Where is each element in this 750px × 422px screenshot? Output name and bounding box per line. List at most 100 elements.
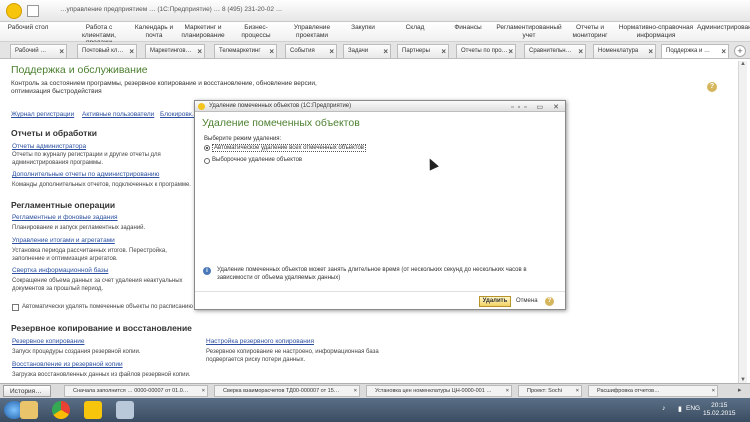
admin-reports-link[interactable]: Отчеты администратора xyxy=(12,143,86,150)
tab-label: Сравнительн… xyxy=(529,48,572,54)
close-icon[interactable]: × xyxy=(329,45,334,58)
main-menu-icon[interactable] xyxy=(27,5,39,17)
info-icon: i xyxy=(203,267,211,275)
section-item[interactable]: Рабочий стол xyxy=(4,24,52,41)
windows-taskbar: ♪ ▮ ENG 20:15 15.02.2015 xyxy=(0,398,750,422)
restore-link[interactable]: Восстановление из резервной копии xyxy=(12,361,123,368)
backup-link[interactable]: Резервное копирование xyxy=(12,338,84,345)
tab[interactable]: Номенклатура × xyxy=(593,44,656,58)
notification-item[interactable]: Расшифровка отчетов… × xyxy=(588,385,718,397)
event-log-link[interactable]: Журнал регистрации xyxy=(11,111,74,118)
auto-delete-checkbox[interactable] xyxy=(12,304,19,311)
app-logo-icon[interactable] xyxy=(6,3,22,19)
notification-text: Сначала заполнится … 0000-00007 от 01.0… xyxy=(73,388,189,394)
cancel-button[interactable]: Отмена xyxy=(516,298,538,304)
file-explorer-icon[interactable] xyxy=(20,401,38,419)
additional-reports-link[interactable]: Дополнительные отчеты по администрирован… xyxy=(12,171,159,178)
close-icon[interactable]: × xyxy=(441,45,446,58)
network-icon[interactable]: ▮ xyxy=(678,405,682,413)
close-icon[interactable]: × xyxy=(506,386,509,396)
close-icon[interactable]: × xyxy=(383,45,388,58)
tab[interactable]: Сравнительн… × xyxy=(524,44,586,58)
totals-aggregates-link[interactable]: Управление итогами и агрегатами xyxy=(12,237,115,244)
close-icon[interactable]: × xyxy=(354,386,357,396)
chrome-icon[interactable] xyxy=(52,401,70,419)
help-icon[interactable]: ? xyxy=(545,297,554,306)
tab[interactable]: Маркетингов… × xyxy=(145,44,205,58)
section-item[interactable]: Склад xyxy=(395,24,435,41)
section-item[interactable]: Администрирование xyxy=(697,24,750,41)
section-item[interactable]: Нормативно-справочная информация xyxy=(618,24,694,41)
section-item[interactable]: Закупки xyxy=(345,24,381,41)
app-titlebar: …управление предприятием … (1С:Предприят… xyxy=(0,0,750,22)
close-icon[interactable]: × xyxy=(712,386,715,396)
tab[interactable]: Отчеты по про… × xyxy=(456,44,516,58)
history-button[interactable]: История… xyxy=(3,385,51,397)
section-item[interactable]: Бизнес-процессы xyxy=(230,24,282,41)
additional-reports-text: Команды дополнительных отчетов, подключе… xyxy=(12,182,191,188)
close-icon[interactable]: × xyxy=(578,45,583,58)
open-windows-tabbar: Рабочий … × Почтовый кл… × Маркетингов… × Т… xyxy=(0,42,750,59)
locks-link[interactable]: Блокировк… xyxy=(160,111,198,118)
ib-collapse-text: Сокращение объема данных за счет удалени… xyxy=(12,278,183,292)
section-item[interactable]: Календарь и почта xyxy=(134,24,174,41)
notification-item[interactable]: Проект: Sochi × xyxy=(518,385,582,397)
close-icon[interactable]: × xyxy=(721,45,726,58)
help-icon[interactable]: ? xyxy=(707,82,717,92)
backup-heading: Резервное копирование и восстановление xyxy=(11,323,192,333)
tab[interactable]: Рабочий … × xyxy=(10,44,67,58)
app-logo-icon xyxy=(198,103,205,110)
tab[interactable]: Партнеры × xyxy=(397,44,449,58)
close-icon[interactable]: × xyxy=(197,45,202,58)
close-icon[interactable]: × xyxy=(648,45,653,58)
ib-collapse-link[interactable]: Свертка информационной базы xyxy=(12,267,108,274)
tab[interactable]: Телемаркетинг × xyxy=(214,44,277,58)
selective-delete-radio[interactable] xyxy=(204,158,210,164)
active-users-link[interactable]: Активные пользователи xyxy=(82,111,154,118)
section-item[interactable]: Работа с клиентами, продажи xyxy=(70,24,128,46)
section-item[interactable]: Управление проектами xyxy=(288,24,336,41)
auto-delete-radio[interactable] xyxy=(204,145,210,151)
close-icon[interactable]: × xyxy=(576,386,579,396)
close-icon[interactable]: × xyxy=(202,386,205,396)
notification-text: Расшифровка отчетов… xyxy=(597,388,660,394)
language-indicator[interactable]: ENG xyxy=(686,405,700,412)
close-icon[interactable]: × xyxy=(269,45,274,58)
admin-reports-text: Отчеты по журналу регистрации и другие о… xyxy=(12,152,161,166)
close-icon[interactable]: × xyxy=(508,45,513,58)
close-icon[interactable]: × xyxy=(129,45,134,58)
notification-item[interactable]: Сначала заполнится … 0000-00007 от 01.0…… xyxy=(64,385,208,397)
window-app-icon[interactable] xyxy=(116,401,134,419)
tab-active[interactable]: Поддержка и … × xyxy=(661,44,729,58)
close-icon[interactable]: × xyxy=(59,45,64,58)
tab-label: Рабочий … xyxy=(15,48,47,54)
tab[interactable]: Почтовый кл… × xyxy=(77,44,137,58)
notification-item[interactable]: Установка цен номенклатуры ЦН-0000-001 …… xyxy=(366,385,512,397)
scroll-up-icon[interactable]: ▲ xyxy=(740,61,746,67)
chevron-right-icon[interactable]: ▸ xyxy=(738,386,742,394)
tab-label: Партнеры xyxy=(402,48,430,54)
system-clock[interactable]: 20:15 15.02.2015 xyxy=(703,402,736,418)
section-item[interactable]: Финансы xyxy=(448,24,488,41)
section-item[interactable]: Регламентированный учет xyxy=(496,24,562,41)
selective-delete-radio-label[interactable]: Выборочное удаление объектов xyxy=(212,157,302,163)
scheduled-jobs-link[interactable]: Регламентные и фоновые задания xyxy=(12,214,118,221)
notification-item[interactable]: Сверка взаиморасчетов ТД00-000007 от 15…… xyxy=(214,385,360,397)
delete-button[interactable]: Удалить xyxy=(479,296,511,307)
dialog-titlebar[interactable]: Удаление помеченных объектов (1С:Предпри… xyxy=(195,101,565,112)
add-tab-icon[interactable]: + xyxy=(734,45,746,57)
backup-text: Запуск процедуры создания резервной копи… xyxy=(12,349,141,355)
vertical-scrollbar[interactable]: ▲ ▼ xyxy=(738,61,747,383)
auto-delete-radio-label[interactable]: Автоматическое удаление всех отмеченных … xyxy=(212,144,366,152)
notification-text: Проект: Sochi xyxy=(527,388,562,394)
tab[interactable]: Задачи × xyxy=(343,44,391,58)
window-controls[interactable]: ▫▫▫ ▭ ✕ xyxy=(511,102,563,113)
reports-heading: Отчеты и обработки xyxy=(11,128,97,138)
clock-time: 20:15 xyxy=(711,402,728,409)
tab[interactable]: События × xyxy=(285,44,337,58)
volume-icon[interactable]: ♪ xyxy=(662,405,666,412)
section-item[interactable]: Маркетинг и планирование xyxy=(180,24,226,41)
backup-settings-link[interactable]: Настройка резервного копирования xyxy=(206,338,314,345)
section-item[interactable]: Отчеты и мониторинг xyxy=(568,24,612,41)
onec-app-icon[interactable] xyxy=(84,401,102,419)
